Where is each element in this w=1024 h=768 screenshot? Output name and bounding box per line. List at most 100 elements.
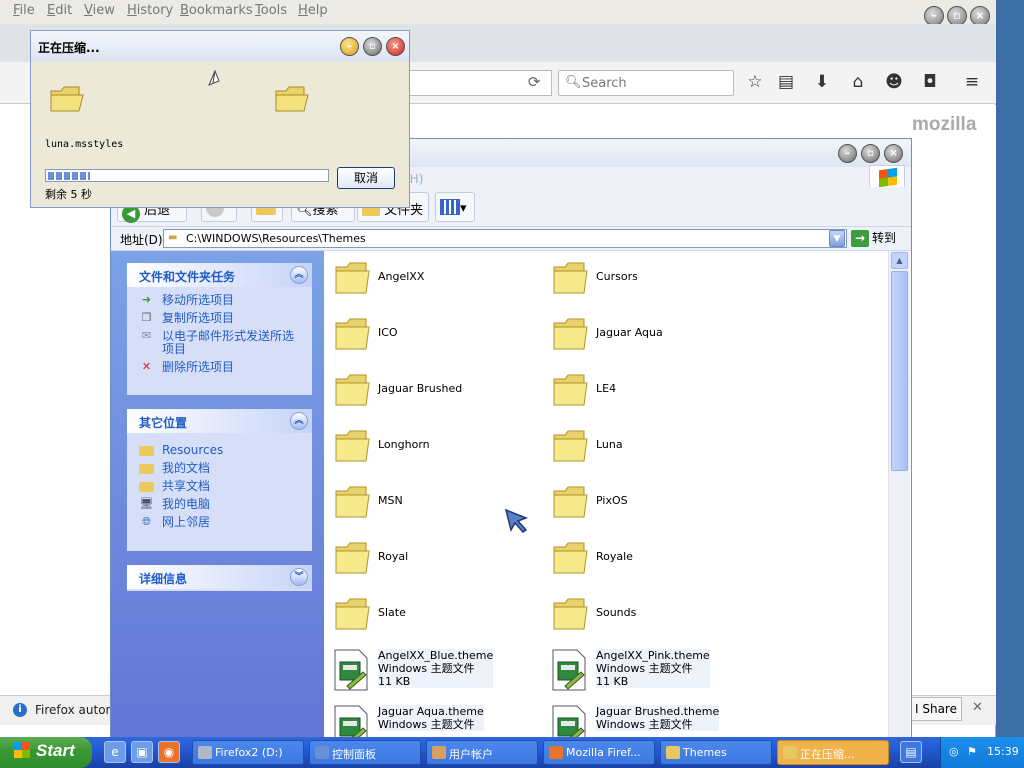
menu-label-rest: ile	[19, 3, 35, 18]
folder-item[interactable]: Jaguar Brushed	[324, 365, 534, 417]
folder-item[interactable]: PixOS	[542, 477, 752, 529]
folder-item[interactable]: LE4	[542, 365, 752, 417]
search-icon: 🔍︎	[565, 75, 582, 90]
collapse-chevron-icon[interactable]: ︽	[290, 412, 308, 430]
address-dropdown-button[interactable]: ▼	[829, 230, 845, 247]
ff-minimize-button[interactable]: –	[924, 6, 944, 26]
menu-edit[interactable]: Edit	[47, 3, 72, 18]
scroll-up-icon[interactable]: ▲	[891, 252, 908, 269]
file-tasks-header[interactable]: 文件和文件夹任务 ︽	[127, 263, 312, 287]
progress-bar	[45, 169, 329, 182]
reading-list-icon[interactable]: ▤	[775, 72, 797, 92]
scroll-thumb[interactable]	[891, 271, 908, 471]
menu-tools[interactable]: Tools	[255, 3, 287, 18]
place-network-label: 网上邻居	[162, 515, 211, 529]
explorer-minimize-button[interactable]: –	[838, 144, 857, 163]
dialog-maximize-button[interactable]: ▫	[363, 37, 382, 56]
my-documents-icon	[139, 464, 154, 474]
home-icon[interactable]: ⌂	[847, 72, 869, 92]
folder-icon	[553, 374, 588, 406]
place-my-documents[interactable]: 我的文档	[127, 459, 312, 477]
notification-close-icon[interactable]: ✕	[972, 700, 983, 715]
folder-item[interactable]: ICO	[324, 309, 534, 361]
download-icon[interactable]: ⬇	[811, 72, 833, 92]
ff-close-button[interactable]: ×	[970, 6, 990, 26]
folder-item[interactable]: Jaguar Aqua	[542, 309, 752, 361]
task-email[interactable]: ✉ 以电子邮件形式发送所选项目	[127, 327, 312, 358]
hamburger-menu-icon[interactable]: ≡	[961, 72, 983, 92]
collapse-chevron-icon[interactable]: ︽	[290, 266, 308, 284]
expand-chevron-icon[interactable]: ︾	[290, 568, 308, 586]
taskbar-task[interactable]: Firefox2 (D:)	[192, 740, 304, 765]
ff-maximize-button[interactable]: ▫	[947, 6, 967, 26]
folder-item[interactable]: AngelXX	[324, 253, 534, 305]
taskbar-task[interactable]: Mozilla Firef...	[543, 740, 655, 765]
place-my-computer[interactable]: 🖥︎ 我的电脑	[127, 495, 312, 513]
shared-documents-icon	[139, 482, 154, 492]
address-path: C:\WINDOWS\Resources\Themes	[186, 232, 366, 245]
explorer-maximize-button[interactable]: ▫	[861, 144, 880, 163]
theme-file-item[interactable]: AngelXX_Pink.theme Windows 主题文件 11 KB	[542, 645, 752, 697]
task-move-label: 移动所选项目	[162, 293, 235, 307]
theme-file-item[interactable]: Jaguar Brushed.theme Windows 主题文件	[542, 701, 752, 739]
current-file-name: luna.msstyles	[45, 139, 124, 150]
views-button[interactable]: ▾	[435, 192, 475, 222]
address-field[interactable]: ▬ C:\WINDOWS\Resources\Themes	[163, 229, 847, 248]
explorer-close-button[interactable]: ×	[884, 144, 903, 163]
bookmark-star-icon[interactable]: ☆	[744, 72, 766, 92]
folder-item[interactable]: Royale	[542, 533, 752, 585]
folder-item[interactable]: Longhorn	[324, 421, 534, 473]
task-label: Firefox2 (D:)	[215, 746, 283, 759]
menu-help[interactable]: Help	[298, 3, 328, 18]
place-shared-documents[interactable]: 共享文档	[127, 477, 312, 495]
other-places-header[interactable]: 其它位置 ︽	[127, 409, 312, 433]
folder-item[interactable]: Luna	[542, 421, 752, 473]
menu-file[interactable]: File	[13, 3, 35, 18]
vertical-scrollbar[interactable]: ▲	[888, 251, 910, 739]
task-copy[interactable]: ❐ 复制所选项目	[127, 309, 312, 327]
firefox-search-box[interactable]: 🔍︎ Search	[558, 70, 734, 96]
taskbar-task[interactable]: 用户帐户	[426, 740, 538, 765]
taskbar-task[interactable]: 控制面板	[309, 740, 421, 765]
reload-icon[interactable]: ⟳	[528, 73, 541, 91]
folder-item[interactable]: Royal	[324, 533, 534, 585]
menu-bookmarks[interactable]: Bookmarks	[180, 3, 253, 18]
place-shared-documents-label: 共享文档	[162, 479, 211, 493]
menu-view[interactable]: View	[84, 3, 115, 18]
folder-icon	[335, 318, 370, 350]
taskbar-task[interactable]: 正在压缩...	[777, 740, 889, 765]
taskbar-overflow-icon[interactable]: ▤	[900, 741, 922, 763]
go-button[interactable]: → 转到	[851, 229, 896, 247]
start-button[interactable]: Start	[0, 737, 92, 768]
dialog-titlebar[interactable]: 正在压缩... – ▫ ×	[31, 31, 409, 61]
quicklaunch-ie-icon[interactable]: e	[104, 741, 126, 763]
place-network[interactable]: 🌐︎ 网上邻居	[127, 513, 312, 531]
quicklaunch-desktop-icon[interactable]: ▣	[131, 741, 153, 763]
folder-label: Luna	[596, 438, 623, 451]
share-button[interactable]: I Share	[908, 697, 962, 721]
menu-history[interactable]: History	[127, 3, 173, 18]
task-delete[interactable]: ✕ 删除所选项目	[127, 358, 312, 376]
chat-icon[interactable]: ☻	[883, 72, 905, 92]
taskbar-task[interactable]: Themes	[660, 740, 772, 765]
quicklaunch-firefox-icon[interactable]: ◉	[158, 741, 180, 763]
theme-file-item[interactable]: AngelXX_Blue.theme Windows 主题文件 11 KB	[324, 645, 534, 697]
folder-item[interactable]: Sounds	[542, 589, 752, 641]
pocket-icon[interactable]: ◘	[919, 72, 941, 92]
folder-item[interactable]: Cursors	[542, 253, 752, 305]
tray-security-icon[interactable]: ◎	[949, 745, 959, 758]
task-email-label: 以电子邮件形式发送所选项目	[162, 329, 295, 356]
cancel-button[interactable]: 取消	[337, 167, 395, 189]
theme-file-info: AngelXX_Pink.theme Windows 主题文件 11 KB	[596, 649, 710, 688]
dialog-close-button[interactable]: ×	[386, 37, 405, 56]
folder-item[interactable]: MSN	[324, 477, 534, 529]
details-header[interactable]: 详细信息 ︾	[127, 565, 312, 589]
folder-item[interactable]: Slate	[324, 589, 534, 641]
theme-file-item[interactable]: Jaguar Aqua.theme Windows 主题文件	[324, 701, 534, 739]
theme-file-info: AngelXX_Blue.theme Windows 主题文件 11 KB	[378, 649, 494, 688]
tray-network-icon[interactable]: ⚑	[967, 745, 977, 758]
place-resources[interactable]: Resources	[127, 441, 312, 459]
task-app-icon	[432, 746, 446, 759]
dialog-minimize-button[interactable]: –	[340, 37, 359, 56]
task-move[interactable]: ➜ 移动所选项目	[127, 291, 312, 309]
